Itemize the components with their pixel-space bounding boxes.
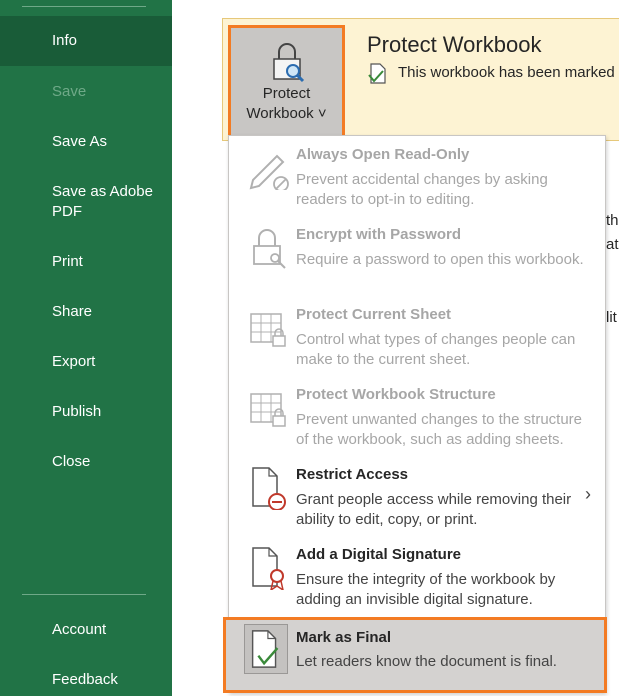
lock-search-icon	[273, 43, 305, 83]
backstage-nav: Info Save Save As Save as Adobe PDF Prin…	[0, 0, 172, 696]
edge-text-fragment: th	[606, 212, 619, 229]
digital-signature-icon	[252, 547, 284, 590]
edge-text-fragment: lit	[606, 309, 617, 326]
nav-item-save-as-pdf[interactable]: Save as Adobe PDF	[0, 182, 172, 222]
menu-item-restrict-access[interactable]: Restrict Access Grant people access whil…	[229, 456, 605, 536]
protect-workbook-menu: Always Open Read-Only Prevent accidental…	[228, 135, 606, 693]
menu-item-protect-workbook-structure[interactable]: Protect Workbook Structure Prevent unwan…	[229, 376, 605, 456]
menu-item-description: Ensure the integrity of the workbook by …	[296, 571, 556, 608]
menu-item-protect-current-sheet[interactable]: Protect Current Sheet Control what types…	[229, 296, 605, 376]
nav-divider	[22, 594, 146, 595]
workbook-lock-icon	[250, 393, 286, 427]
mark-final-icon	[244, 624, 288, 674]
menu-item-title: Add a Digital Signature	[296, 546, 462, 563]
menu-item-add-digital-signature[interactable]: Add a Digital Signature Ensure the integ…	[229, 536, 605, 616]
restrict-access-icon	[252, 467, 286, 510]
nav-item-print[interactable]: Print	[0, 252, 172, 272]
edge-text-fragment: ath	[606, 236, 619, 253]
sheet-lock-icon	[250, 313, 286, 347]
document-check-icon	[368, 63, 386, 84]
menu-item-description: Prevent accidental changes by asking rea…	[296, 171, 548, 208]
nav-divider	[22, 6, 146, 7]
nav-item-save-as[interactable]: Save As	[0, 132, 172, 152]
chevron-right-icon: ›	[585, 484, 591, 504]
nav-item-share[interactable]: Share	[0, 302, 172, 322]
nav-item-feedback[interactable]: Feedback	[0, 670, 172, 690]
panel-title: Protect Workbook	[367, 32, 542, 57]
menu-item-title: Protect Workbook Structure	[296, 386, 496, 403]
menu-item-title: Always Open Read-Only	[296, 146, 470, 163]
nav-item-info[interactable]: Info	[0, 16, 172, 66]
menu-item-description: Prevent unwanted changes to the structur…	[296, 411, 583, 448]
menu-item-description: Control what types of changes people can…	[296, 331, 576, 368]
nav-item-close[interactable]: Close	[0, 452, 172, 472]
protect-workbook-button[interactable]: Protect Workbook ˅	[228, 25, 345, 139]
menu-item-encrypt-with-password[interactable]: Encrypt with Password Require a password…	[229, 216, 605, 296]
menu-item-description: Grant people access while removing their…	[296, 491, 572, 528]
menu-item-title: Protect Current Sheet	[296, 306, 452, 323]
nav-item-publish[interactable]: Publish	[0, 402, 172, 422]
menu-item-title: Mark as Final	[296, 629, 392, 646]
protect-button-label-line1: Protect	[262, 85, 311, 102]
menu-item-description: Let readers know the document is final.	[296, 653, 557, 670]
protect-button-label-line2: Workbook ˅	[246, 105, 327, 122]
menu-item-mark-as-final[interactable]: Mark as Final Let readers know the docum…	[223, 617, 607, 693]
nav-item-export[interactable]: Export	[0, 352, 172, 372]
nav-item-save[interactable]: Save	[0, 82, 172, 102]
pencil-icon	[249, 154, 289, 190]
lock-key-icon	[253, 229, 286, 269]
menu-item-title: Restrict Access	[296, 466, 409, 483]
menu-item-title: Encrypt with Password	[296, 226, 462, 243]
panel-subtitle: This workbook has been marked a	[398, 64, 619, 81]
menu-item-always-open-read-only[interactable]: Always Open Read-Only Prevent accidental…	[229, 136, 605, 216]
nav-item-account[interactable]: Account	[0, 620, 172, 640]
menu-item-description: Require a password to open this workbook…	[296, 251, 584, 268]
